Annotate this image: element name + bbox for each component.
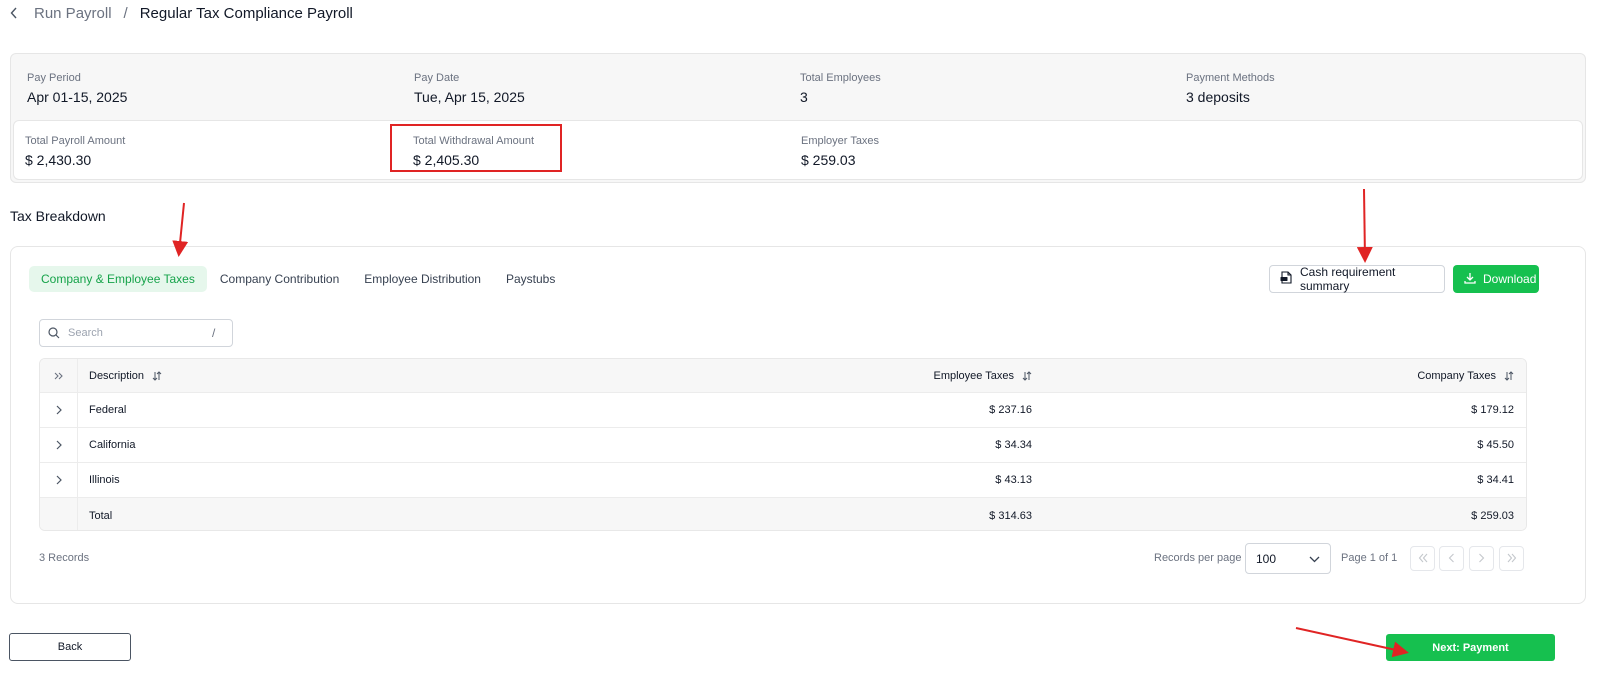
next-payment-button[interactable]: Next: Payment <box>1386 634 1555 661</box>
company-taxes-header-label: Company Taxes <box>1417 369 1496 382</box>
total-employee-taxes: $ 314.63 <box>989 509 1032 522</box>
employer-taxes-label: Employer Taxes <box>801 135 880 147</box>
search-input[interactable] <box>68 327 208 339</box>
double-chevron-right-icon <box>1507 550 1517 568</box>
page-info: Page 1 of 1 <box>1341 552 1398 564</box>
total-employees-value: 3 <box>800 89 808 105</box>
table-row[interactable]: Illinois $ 43.13 $ 34.41 <box>40 463 1526 498</box>
total-company-taxes: $ 259.03 <box>1471 509 1514 522</box>
records-per-page-label: Records per page <box>1154 552 1242 564</box>
chevron-right-icon <box>1478 550 1485 568</box>
table-row[interactable]: California $ 34.34 $ 45.50 <box>40 428 1526 463</box>
next-page-button[interactable] <box>1469 546 1494 571</box>
previous-page-button[interactable] <box>1439 546 1464 571</box>
pay-period-value: Apr 01-15, 2025 <box>27 89 128 105</box>
row-description: California <box>89 439 136 451</box>
records-per-page-select[interactable]: 100 <box>1245 543 1331 574</box>
download-label: Download <box>1483 272 1537 286</box>
payroll-summary-card: Pay Period Apr 01-15, 2025 Pay Date Tue,… <box>10 53 1586 183</box>
total-payroll-label: Total Payroll Amount <box>25 135 126 147</box>
payment-methods-field: Payment Methods 3 deposits <box>1186 72 1275 105</box>
table-header-row: Description Employee Taxes Company Taxes <box>40 359 1526 393</box>
page-title: Regular Tax Compliance Payroll <box>139 4 353 22</box>
total-payroll-field: Total Payroll Amount $ 2,430.30 <box>25 135 125 168</box>
cash-requirement-summary-button[interactable]: Cash requirement summary <box>1269 265 1445 293</box>
total-description: Total <box>89 509 113 522</box>
tab-paystubs[interactable]: Paystubs <box>494 266 567 292</box>
row-employee-taxes: $ 43.13 <box>995 474 1032 486</box>
download-icon <box>1464 272 1476 287</box>
description-header-label: Description <box>89 369 145 382</box>
total-row-spacer <box>40 498 78 530</box>
chevron-right-icon[interactable] <box>40 428 78 462</box>
chevron-right-icon[interactable] <box>40 463 78 497</box>
total-payroll-value: $ 2,430.30 <box>25 152 92 168</box>
records-count: 3 Records <box>39 552 90 564</box>
search-icon <box>40 327 68 339</box>
employee-taxes-column-header[interactable]: Employee Taxes <box>933 370 1032 382</box>
first-page-button[interactable] <box>1410 546 1435 571</box>
back-button[interactable]: Back <box>9 633 131 661</box>
sort-icon <box>1504 370 1514 381</box>
tax-tabs: Company & Employee Taxes Company Contrib… <box>29 266 568 292</box>
employer-taxes-value: $ 259.03 <box>801 152 856 168</box>
search-field[interactable]: / <box>39 319 233 347</box>
row-company-taxes: $ 45.50 <box>1477 439 1514 451</box>
tab-company-contribution[interactable]: Company Contribution <box>208 266 351 292</box>
tab-company-employee-taxes[interactable]: Company & Employee Taxes <box>29 266 207 292</box>
row-description: Illinois <box>89 474 120 486</box>
pay-date-label: Pay Date <box>414 72 460 84</box>
search-shortcut-hint: / <box>212 326 216 340</box>
row-employee-taxes: $ 237.16 <box>989 404 1032 416</box>
chevron-right-icon[interactable] <box>40 393 78 427</box>
summary-amounts-row: Total Payroll Amount $ 2,430.30 Total Wi… <box>13 120 1583 180</box>
row-company-taxes: $ 34.41 <box>1477 474 1514 486</box>
payment-methods-label: Payment Methods <box>1186 72 1275 84</box>
breadcrumb-parent-link[interactable]: Run Payroll <box>34 5 112 22</box>
annotation-highlight-box <box>390 124 562 172</box>
pay-date-field: Pay Date Tue, Apr 15, 2025 <box>414 72 525 105</box>
total-employees-label: Total Employees <box>800 72 881 84</box>
tab-employee-distribution[interactable]: Employee Distribution <box>352 266 493 292</box>
last-page-button[interactable] <box>1499 546 1524 571</box>
table-row[interactable]: Federal $ 237.16 $ 179.12 <box>40 393 1526 428</box>
row-company-taxes: $ 179.12 <box>1471 404 1514 416</box>
payment-methods-value: 3 deposits <box>1186 89 1250 105</box>
employer-taxes-field: Employer Taxes $ 259.03 <box>801 135 879 168</box>
records-per-page-value: 100 <box>1256 551 1277 566</box>
cash-requirement-summary-label: Cash requirement summary <box>1300 265 1396 293</box>
double-chevron-left-icon <box>1418 550 1428 568</box>
expand-all-icon[interactable] <box>40 359 78 392</box>
row-employee-taxes: $ 34.34 <box>995 439 1032 451</box>
pdf-icon <box>1280 271 1292 287</box>
employee-taxes-header-label: Employee Taxes <box>933 369 1014 382</box>
breadcrumb-separator: / <box>123 4 128 22</box>
sort-icon <box>1022 370 1032 381</box>
tax-breakdown-heading: Tax Breakdown <box>10 208 106 224</box>
breadcrumb: Run Payroll / Regular Tax Compliance Pay… <box>10 2 353 24</box>
sort-icon <box>152 370 162 381</box>
row-description: Federal <box>89 404 127 416</box>
pay-period-field: Pay Period Apr 01-15, 2025 <box>27 72 127 105</box>
table-total-row: Total $ 314.63 $ 259.03 <box>40 498 1526 530</box>
total-employees-field: Total Employees 3 <box>800 72 881 105</box>
chevron-left-icon <box>1448 550 1455 568</box>
tax-breakdown-card: Company & Employee Taxes Company Contrib… <box>10 246 1586 604</box>
pay-period-label: Pay Period <box>27 72 81 84</box>
chevron-left-icon[interactable] <box>10 7 22 19</box>
pay-date-value: Tue, Apr 15, 2025 <box>414 89 525 105</box>
download-button[interactable]: Download <box>1453 265 1539 293</box>
description-column-header[interactable]: Description <box>89 370 162 382</box>
company-taxes-column-header[interactable]: Company Taxes <box>1417 370 1514 382</box>
summary-top-row: Pay Period Apr 01-15, 2025 Pay Date Tue,… <box>11 54 1585 118</box>
chevron-down-icon <box>1309 552 1320 566</box>
tax-table: Description Employee Taxes Company Taxes… <box>39 358 1527 531</box>
